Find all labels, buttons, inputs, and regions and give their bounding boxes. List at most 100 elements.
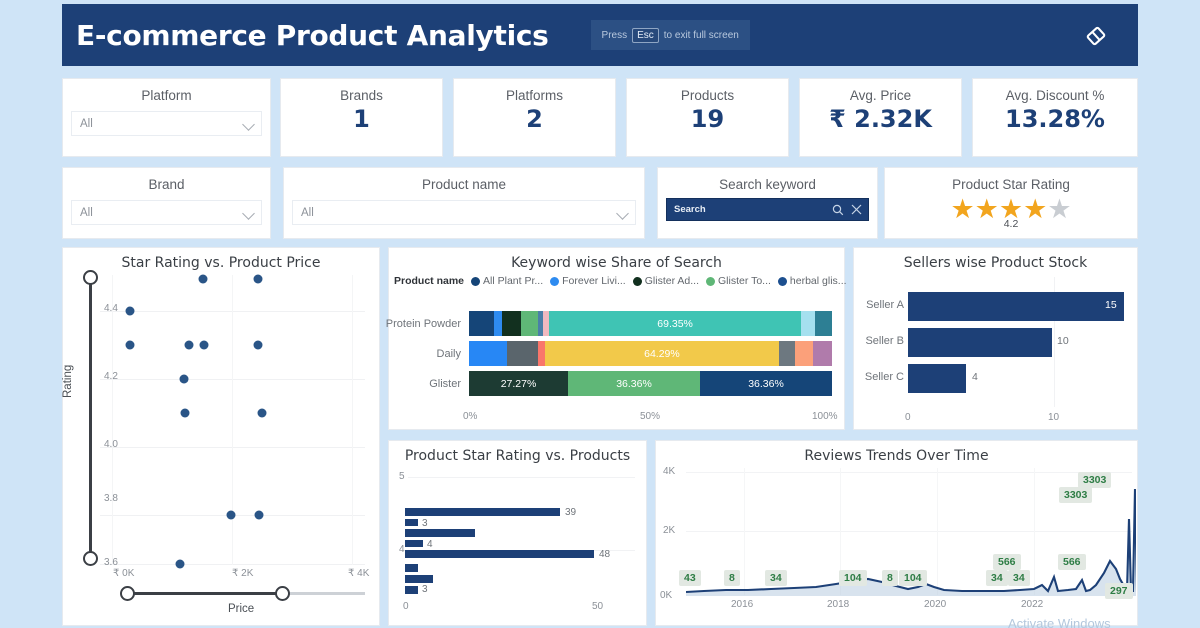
- legend-item[interactable]: Glister Ad...: [633, 275, 699, 287]
- legend-item[interactable]: Glister To...: [706, 275, 771, 287]
- x-tick: 0%: [463, 411, 477, 422]
- legend-label: Glister Ad...: [645, 275, 699, 287]
- data-label: 3303: [1059, 487, 1092, 503]
- bar-rating[interactable]: [405, 540, 423, 547]
- slicer-brand-dropdown[interactable]: All: [71, 200, 262, 225]
- y-tick: 4: [399, 544, 405, 555]
- bar-segment[interactable]: 27.27%: [469, 371, 568, 396]
- rating-range-slider[interactable]: [83, 270, 99, 566]
- search-input[interactable]: Search: [666, 198, 869, 221]
- slicer-platform-dropdown[interactable]: All: [71, 111, 262, 136]
- x-tick: ₹ 0K: [113, 568, 134, 579]
- legend-item[interactable]: All Plant Pr...: [471, 275, 543, 287]
- bar-value-label: 4: [427, 539, 433, 550]
- bar-segment[interactable]: 69.35%: [549, 311, 801, 336]
- bar-segment[interactable]: [795, 341, 813, 366]
- y-tick: 4K: [663, 466, 675, 477]
- legend-title: Product name: [394, 275, 464, 287]
- scatter-point[interactable]: [254, 275, 263, 284]
- chart-title: Keyword wise Share of Search: [389, 248, 844, 271]
- bar-segment[interactable]: 36.36%: [568, 371, 700, 396]
- bar-segment[interactable]: [815, 311, 832, 336]
- legend-swatch: [706, 277, 715, 286]
- data-label: 104: [839, 570, 867, 586]
- data-label: 34: [986, 570, 1008, 586]
- scatter-point[interactable]: [258, 409, 267, 418]
- category-label: Daily: [380, 348, 461, 360]
- slicer-platform[interactable]: Platform All: [62, 78, 271, 157]
- chevron-down-icon: [242, 207, 255, 220]
- bar-segment[interactable]: [494, 311, 502, 336]
- star-icon: ★: [950, 196, 974, 223]
- esc-key-badge: Esc: [632, 28, 659, 43]
- bar-segment[interactable]: [521, 311, 538, 336]
- kpi-label: Platforms: [454, 79, 615, 103]
- page-title: E-commerce Product Analytics: [76, 19, 549, 52]
- slicer-search-keyword[interactable]: Search keyword Search: [657, 167, 878, 239]
- dashboard-page: E-commerce Product Analytics Press Esc t…: [0, 0, 1200, 628]
- bar-value-label: 3: [422, 584, 428, 595]
- bar-segment[interactable]: 36.36%: [700, 371, 832, 396]
- data-label: 34: [765, 570, 787, 586]
- slicer-product-name-value: All: [301, 207, 314, 219]
- scatter-point[interactable]: [254, 341, 263, 350]
- data-label: 8: [882, 570, 898, 586]
- bar-rating[interactable]: [405, 529, 475, 537]
- bar-seller-c[interactable]: [908, 364, 966, 393]
- x-tick: 2018: [827, 599, 849, 610]
- scatter-point[interactable]: [199, 275, 208, 284]
- bar-segment[interactable]: [813, 341, 832, 366]
- legend-label: Glister To...: [718, 275, 771, 287]
- close-icon[interactable]: [851, 204, 862, 215]
- slider-handle-max[interactable]: [83, 270, 98, 285]
- scatter-point[interactable]: [176, 560, 185, 569]
- scatter-point[interactable]: [200, 341, 209, 350]
- legend-swatch: [471, 277, 480, 286]
- slicer-product-name[interactable]: Product name All: [283, 167, 645, 239]
- bar-rating[interactable]: [405, 564, 418, 572]
- bar-rating[interactable]: [405, 550, 594, 558]
- slider-handle-min[interactable]: [120, 586, 135, 601]
- bar-segment[interactable]: [507, 341, 538, 366]
- bar-segment[interactable]: [469, 341, 507, 366]
- legend-label: Forever Livi...: [562, 275, 626, 287]
- bar-seller-b[interactable]: [908, 328, 1052, 357]
- search-icon[interactable]: [832, 204, 844, 216]
- y-tick: 4.0: [104, 439, 118, 450]
- y-axis-title: Rating: [62, 365, 74, 398]
- scatter-point[interactable]: [255, 511, 264, 520]
- bar-segment[interactable]: [469, 311, 494, 336]
- bar-segment[interactable]: [502, 311, 520, 336]
- slicer-brand[interactable]: Brand All: [62, 167, 271, 239]
- scatter-point[interactable]: [126, 341, 135, 350]
- eraser-icon[interactable]: [1082, 22, 1110, 50]
- chart-title: Product Star Rating vs. Products: [389, 441, 646, 464]
- star-icon-empty: ★: [1047, 196, 1071, 223]
- scatter-point[interactable]: [185, 341, 194, 350]
- slider-handle-min[interactable]: [83, 551, 98, 566]
- bar-rating[interactable]: [405, 575, 433, 583]
- bar-seller-a[interactable]: [908, 292, 1124, 321]
- scatter-point[interactable]: [181, 409, 190, 418]
- slider-handle-max[interactable]: [275, 586, 290, 601]
- legend-item[interactable]: herbal glis...: [778, 275, 847, 287]
- bar-segment[interactable]: [779, 341, 795, 366]
- slicer-search-keyword-label: Search keyword: [658, 168, 877, 192]
- bar-segment[interactable]: [538, 341, 545, 366]
- bar-rating[interactable]: [405, 586, 418, 594]
- legend-label: herbal glis...: [790, 275, 847, 287]
- slicer-product-name-dropdown[interactable]: All: [292, 200, 636, 225]
- scatter-point[interactable]: [227, 511, 236, 520]
- data-label: 43: [679, 570, 701, 586]
- bar-segment[interactable]: 64.29%: [545, 341, 778, 366]
- scatter-point[interactable]: [126, 307, 135, 316]
- category-label: Glister: [380, 378, 461, 390]
- bar-rating[interactable]: [405, 508, 560, 516]
- legend-item[interactable]: Forever Livi...: [550, 275, 626, 287]
- price-range-slider[interactable]: [120, 586, 370, 602]
- bar-rating[interactable]: [405, 519, 418, 526]
- slicer-product-name-label: Product name: [284, 168, 644, 192]
- bar-segment[interactable]: [801, 311, 816, 336]
- kpi-card-avg-discount: Avg. Discount % 13.28%: [972, 78, 1138, 157]
- scatter-point[interactable]: [180, 375, 189, 384]
